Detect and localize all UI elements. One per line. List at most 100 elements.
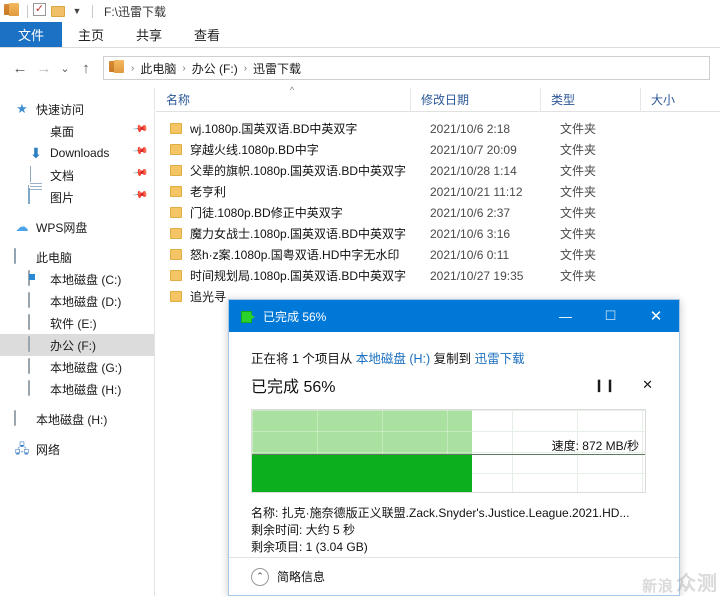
folder-icon <box>170 207 182 218</box>
sidebar-item-label: 本地磁盘 (C:) <box>50 272 122 287</box>
cancel-button[interactable]: ✕ <box>642 377 653 393</box>
table-row[interactable]: 魔力女战士.1080p.国英双语.BD中英双字 2021/10/6 3:16 文… <box>156 223 720 244</box>
file-name: 老亨利 <box>190 185 227 199</box>
recent-locations-button[interactable]: ⌄ <box>56 56 74 80</box>
pin-icon: 📌 <box>131 121 149 138</box>
current-file-name: 名称: 扎克·施奈德版正义联盟.Zack.Snyder's.Justice.Le… <box>251 506 630 520</box>
pause-button[interactable]: ❙❙ <box>594 378 616 392</box>
file-name: wj.1080p.国英双语.BD中英双字 <box>190 122 358 136</box>
copy-icon <box>241 311 255 323</box>
breadcrumb-item-drive[interactable]: 办公 (F:) <box>190 60 240 77</box>
breadcrumb-item-pc[interactable]: 此电脑 <box>138 60 178 77</box>
minimize-button[interactable]: — <box>543 300 588 332</box>
sidebar-item-wps-cloud[interactable]: ☁ WPS网盘 <box>0 216 154 238</box>
file-type: 文件夹 <box>560 206 597 220</box>
file-name: 父辈的旗帜.1080p.国英双语.BD中英双字 <box>190 164 407 178</box>
folder-icon <box>170 144 182 155</box>
progress-bar-fill <box>252 455 473 492</box>
chevron-up-icon[interactable]: ⌃ <box>251 567 269 586</box>
forward-button[interactable]: → <box>32 56 56 80</box>
file-name: 魔力女战士.1080p.国英双语.BD中英双字 <box>190 227 407 241</box>
copy-middle: 复制到 <box>430 352 475 366</box>
file-name: 门徒.1080p.BD修正中英双字 <box>190 206 343 220</box>
dialog-title-bar[interactable]: 已完成 56% — ☐ ✕ <box>229 300 679 332</box>
sidebar-item-drive-e[interactable]: 软件 (E:) <box>0 312 154 334</box>
drive-icon <box>28 336 44 353</box>
sidebar-item-network[interactable]: 🖧 网络 <box>0 438 154 460</box>
close-button[interactable]: ✕ <box>633 300 679 332</box>
table-row[interactable]: wj.1080p.国英双语.BD中英双字 2021/10/6 2:18 文件夹 <box>156 118 720 139</box>
sidebar-item-label: 本地磁盘 (D:) <box>50 294 122 309</box>
column-header-date[interactable]: 修改日期 <box>410 87 540 112</box>
sidebar-item-label: 网络 <box>36 442 61 457</box>
sidebar-item-drive-d[interactable]: 本地磁盘 (D:) <box>0 290 154 312</box>
copy-destination-link[interactable]: 迅雷下载 <box>475 352 525 366</box>
address-bar: ← → ⌄ ↑ › 此电脑 › 办公 (F:) › 迅雷下载 <box>0 49 720 87</box>
breadcrumb-item-folder[interactable]: 迅雷下载 <box>251 60 303 77</box>
pin-icon: 📌 <box>131 143 149 160</box>
breadcrumb: › 此电脑 › 办公 (F:) › 迅雷下载 <box>127 60 303 77</box>
drive-icon <box>28 358 44 375</box>
sidebar-item-drive-g[interactable]: 本地磁盘 (G:) <box>0 356 154 378</box>
drive-icon <box>28 380 44 397</box>
back-button[interactable]: ← <box>8 56 32 80</box>
items-remaining: 剩余项目: 1 (3.04 GB) <box>251 540 368 554</box>
window-title: F:\迅雷下载 <box>104 4 166 19</box>
maximize-button[interactable]: ☐ <box>588 300 633 332</box>
navigation-pane[interactable]: ★ 快速访问 桌面 📌 ⬇ Downloads 📌 文档 📌 图片 📌 ☁ WP… <box>0 88 155 596</box>
network-icon: 🖧 <box>14 441 30 456</box>
sidebar-item-drive-h[interactable]: 本地磁盘 (H:) <box>0 378 154 400</box>
column-header-name[interactable]: 名称 <box>156 88 410 112</box>
sidebar-item-drive-c[interactable]: 本地磁盘 (C:) <box>0 268 154 290</box>
file-type: 文件夹 <box>560 227 597 241</box>
sidebar-item-drive-h-root[interactable]: 本地磁盘 (H:) <box>0 408 154 430</box>
up-button[interactable]: ↑ <box>74 56 98 80</box>
dropdown-caret-icon[interactable]: ▼ <box>69 3 85 19</box>
folder-icon[interactable] <box>51 3 67 19</box>
column-header-type[interactable]: 类型 <box>540 87 640 112</box>
sidebar-item-label: 办公 (F:) <box>50 338 96 353</box>
table-row[interactable]: 时间规划局.1080p.国英双语.BD中英双字 2021/10/27 19:35… <box>156 265 720 286</box>
dialog-body: 正在将 1 个项目从 本地磁盘 (H:) 复制到 迅雷下载 已完成 56% ❙❙… <box>229 332 679 556</box>
sidebar-item-label: 图片 <box>50 190 75 205</box>
table-row[interactable]: 老亨利 2021/10/21 11:12 文件夹 <box>156 181 720 202</box>
file-type: 文件夹 <box>560 185 597 199</box>
explorer-icon <box>4 3 20 19</box>
table-row[interactable]: 怒h·z案.1080p.国粤双语.HD中字无水印 2021/10/6 0:11 … <box>156 244 720 265</box>
tab-home[interactable]: 主页 <box>62 22 120 47</box>
document-icon <box>28 166 44 201</box>
table-row[interactable]: 父辈的旗帜.1080p.国英双语.BD中英双字 2021/10/28 1:14 … <box>156 160 720 181</box>
tab-file[interactable]: 文件 <box>0 22 63 47</box>
sidebar-item-documents[interactable]: 文档 📌 <box>0 164 154 201</box>
address-input[interactable]: › 此电脑 › 办公 (F:) › 迅雷下载 <box>103 56 710 80</box>
drive-icon <box>14 410 30 427</box>
sidebar-item-desktop[interactable]: 桌面 📌 <box>0 120 154 142</box>
file-date: 2021/10/28 1:14 <box>430 163 517 178</box>
table-row[interactable]: 穿越火线.1080p.BD中字 2021/10/7 20:09 文件夹 <box>156 139 720 160</box>
sidebar-item-quick-access[interactable]: ★ 快速访问 <box>0 98 154 120</box>
sidebar-item-label: 软件 (E:) <box>50 316 97 331</box>
file-type: 文件夹 <box>560 248 597 262</box>
copy-progress-dialog[interactable]: 已完成 56% — ☐ ✕ 正在将 1 个项目从 本地磁盘 (H:) 复制到 迅… <box>228 299 680 596</box>
sidebar-item-downloads[interactable]: ⬇ Downloads 📌 <box>0 142 154 164</box>
sidebar-item-pictures[interactable]: 图片 📌 <box>0 186 154 208</box>
pin-icon: 📌 <box>131 187 149 204</box>
table-row[interactable]: 门徒.1080p.BD修正中英双字 2021/10/6 2:37 文件夹 <box>156 202 720 223</box>
windows-drive-icon <box>28 270 44 287</box>
graph-area-gridlines <box>252 410 473 454</box>
sidebar-item-this-pc[interactable]: 此电脑 <box>0 246 154 268</box>
sidebar-item-drive-f[interactable]: 办公 (F:) <box>0 334 154 356</box>
window-buttons: — ☐ ✕ <box>543 300 679 332</box>
tab-share[interactable]: 共享 <box>120 22 178 47</box>
dialog-footer[interactable]: ⌃ 简略信息 <box>229 557 679 595</box>
folder-icon <box>170 186 182 197</box>
file-type: 文件夹 <box>560 122 597 136</box>
time-remaining: 剩余时间: 大约 5 秒 <box>251 523 356 537</box>
column-header-size[interactable]: 大小 <box>640 87 720 112</box>
cloud-icon: ☁ <box>15 219 29 234</box>
tab-view[interactable]: 查看 <box>178 22 236 47</box>
copy-source-link[interactable]: 本地磁盘 (H:) <box>356 352 430 366</box>
check-icon[interactable]: ✓ <box>33 3 49 19</box>
less-details-label[interactable]: 简略信息 <box>277 568 325 585</box>
star-icon: ★ <box>16 101 28 116</box>
